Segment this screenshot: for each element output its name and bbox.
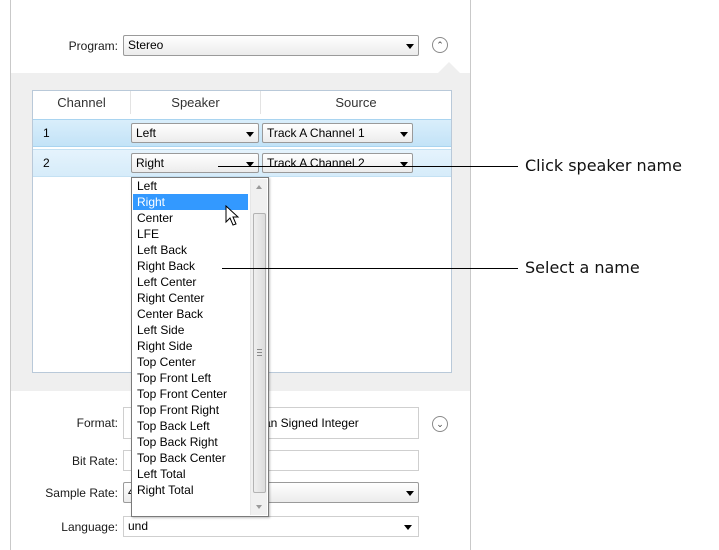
collapse-button[interactable]: ⌃ — [432, 37, 448, 53]
scroll-up-icon[interactable] — [256, 185, 262, 189]
format-label: Format: — [76, 416, 118, 430]
sample-rate-label: Sample Rate: — [45, 486, 118, 500]
chevron-up-icon: ⌃ — [436, 40, 444, 50]
column-header-speaker[interactable]: Speaker — [131, 91, 261, 114]
callout-click-speaker-name: Click speaker name — [525, 156, 682, 175]
speaker-select[interactable]: Left — [131, 123, 259, 143]
format-value: an Signed Integer — [264, 416, 359, 430]
dropdown-option-lfe[interactable]: LFE — [133, 226, 248, 242]
channel-number: 1 — [43, 126, 50, 140]
dropdown-option-right-total[interactable]: Right Total — [133, 482, 248, 498]
dropdown-option-right-back[interactable]: Right Back — [133, 258, 248, 274]
table-row[interactable]: 2 Right Track A Channel 2 — [33, 149, 451, 177]
program-label: Program: — [68, 39, 118, 53]
channel-number: 2 — [43, 156, 50, 170]
callout-line-click-speaker — [218, 166, 518, 167]
expand-button[interactable]: ⌄ — [432, 416, 448, 432]
source-value: Track A Channel 2 — [267, 156, 365, 170]
speaker-select[interactable]: Right — [131, 153, 259, 173]
speaker-value: Right — [136, 156, 165, 170]
chevron-down-icon: ⌄ — [436, 419, 444, 429]
source-select[interactable]: Track A Channel 1 — [262, 123, 413, 143]
dropdown-option-right-center[interactable]: Right Center — [133, 290, 248, 306]
dropdown-option-left-center[interactable]: Left Center — [133, 274, 248, 290]
source-select[interactable]: Track A Channel 2 — [262, 153, 413, 173]
column-header-channel[interactable]: Channel — [33, 91, 131, 114]
chevron-down-icon — [404, 525, 412, 530]
callout-line-select-name — [222, 268, 518, 269]
dropdown-option-top-front-right[interactable]: Top Front Right — [133, 402, 248, 418]
chevron-down-icon — [246, 132, 254, 137]
dropdown-option-left-back[interactable]: Left Back — [133, 242, 248, 258]
program-value: Stereo — [128, 38, 164, 52]
dropdown-option-top-back-center[interactable]: Top Back Center — [133, 450, 248, 466]
mouse-cursor-icon — [225, 205, 240, 226]
dropdown-option-left-side[interactable]: Left Side — [133, 322, 248, 338]
panel-border — [470, 0, 471, 550]
program-select[interactable]: Stereo — [123, 35, 419, 56]
column-header-source[interactable]: Source — [261, 91, 451, 114]
table-row[interactable]: 1 Left Track A Channel 1 — [33, 119, 451, 147]
dropdown-option-left[interactable]: Left — [133, 178, 248, 194]
dropdown-option-top-front-center[interactable]: Top Front Center — [133, 386, 248, 402]
grip-icon — [257, 349, 262, 356]
dropdown-option-center-back[interactable]: Center Back — [133, 306, 248, 322]
dropdown-option-top-front-left[interactable]: Top Front Left — [133, 370, 248, 386]
dropdown-scrollbar[interactable] — [250, 179, 267, 515]
bit-rate-label: Bit Rate: — [71, 454, 118, 468]
language-label: Language: — [61, 520, 118, 534]
dropdown-option-left-total[interactable]: Left Total — [133, 466, 248, 482]
speaker-dropdown-list[interactable]: Left Right Center LFE Left Back Right Ba… — [131, 177, 269, 517]
scrollbar-thumb[interactable] — [253, 213, 266, 493]
speaker-value: Left — [136, 126, 157, 140]
dropdown-option-right-side[interactable]: Right Side — [133, 338, 248, 354]
language-select[interactable]: und — [123, 516, 419, 537]
dropdown-option-top-back-right[interactable]: Top Back Right — [133, 434, 248, 450]
dropdown-option-top-back-left[interactable]: Top Back Left — [133, 418, 248, 434]
source-value: Track A Channel 1 — [267, 126, 365, 140]
chevron-down-icon — [406, 44, 414, 49]
callout-select-a-name: Select a name — [525, 258, 640, 277]
chevron-down-icon — [406, 491, 414, 496]
panel-notch — [438, 62, 460, 73]
chevron-down-icon — [400, 132, 408, 137]
scroll-down-icon[interactable] — [256, 505, 262, 509]
dropdown-option-top-center[interactable]: Top Center — [133, 354, 248, 370]
language-value: und — [128, 519, 149, 533]
